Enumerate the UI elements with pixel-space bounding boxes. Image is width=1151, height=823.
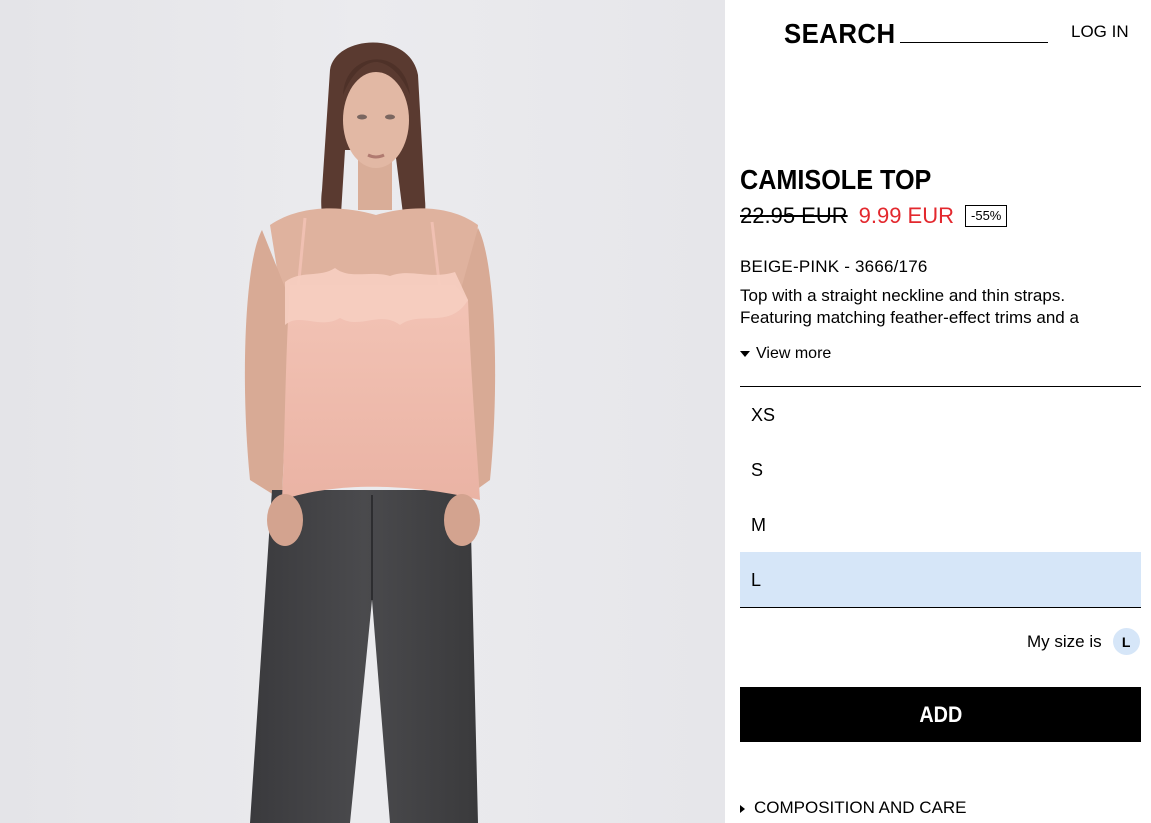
model-image bbox=[0, 0, 725, 823]
product-title: CAMISOLE TOP bbox=[740, 164, 932, 195]
composition-label: COMPOSITION AND CARE bbox=[754, 798, 967, 817]
description-line: Top with a straight neckline and thin st… bbox=[740, 286, 1066, 305]
search-input[interactable] bbox=[900, 22, 1048, 43]
product-description: Top with a straight neckline and thin st… bbox=[740, 285, 1148, 329]
description-line: Featuring matching feather-effect trims … bbox=[740, 308, 1079, 327]
product-info-panel: SEARCH LOG IN CAMISOLE TOP 22.95 EUR 9.9… bbox=[725, 0, 1151, 823]
view-more-label: View more bbox=[756, 345, 832, 362]
my-size-label: My size is bbox=[1027, 631, 1102, 651]
sale-price: 9.99 EUR bbox=[858, 203, 955, 228]
price-row: 22.95 EUR 9.99 EUR -55% bbox=[740, 203, 1008, 229]
size-option-m[interactable]: M bbox=[740, 497, 1141, 552]
size-selector: XS S M L bbox=[740, 386, 1141, 608]
discount-badge: -55% bbox=[965, 205, 1008, 227]
add-to-cart-button[interactable]: ADD bbox=[740, 687, 1141, 742]
size-option-l[interactable]: L bbox=[740, 552, 1141, 607]
color-reference: BEIGE-PINK - 3666/176 bbox=[740, 257, 928, 276]
product-photo[interactable] bbox=[0, 0, 725, 823]
login-link[interactable]: LOG IN bbox=[1071, 22, 1129, 42]
my-size-badge[interactable]: L bbox=[1112, 628, 1140, 655]
add-button-label: ADD bbox=[919, 701, 962, 727]
search-label[interactable]: SEARCH bbox=[784, 18, 896, 50]
old-price: 22.95 EUR bbox=[740, 203, 848, 228]
composition-and-care-toggle[interactable]: COMPOSITION AND CARE bbox=[740, 798, 967, 818]
triangle-down-icon bbox=[740, 351, 750, 357]
size-option-xs[interactable]: XS bbox=[740, 387, 1141, 442]
view-more-link[interactable]: View more bbox=[740, 345, 831, 363]
size-option-s[interactable]: S bbox=[740, 442, 1141, 497]
triangle-right-icon bbox=[740, 805, 745, 813]
my-size-row: My size is L bbox=[1027, 628, 1140, 655]
